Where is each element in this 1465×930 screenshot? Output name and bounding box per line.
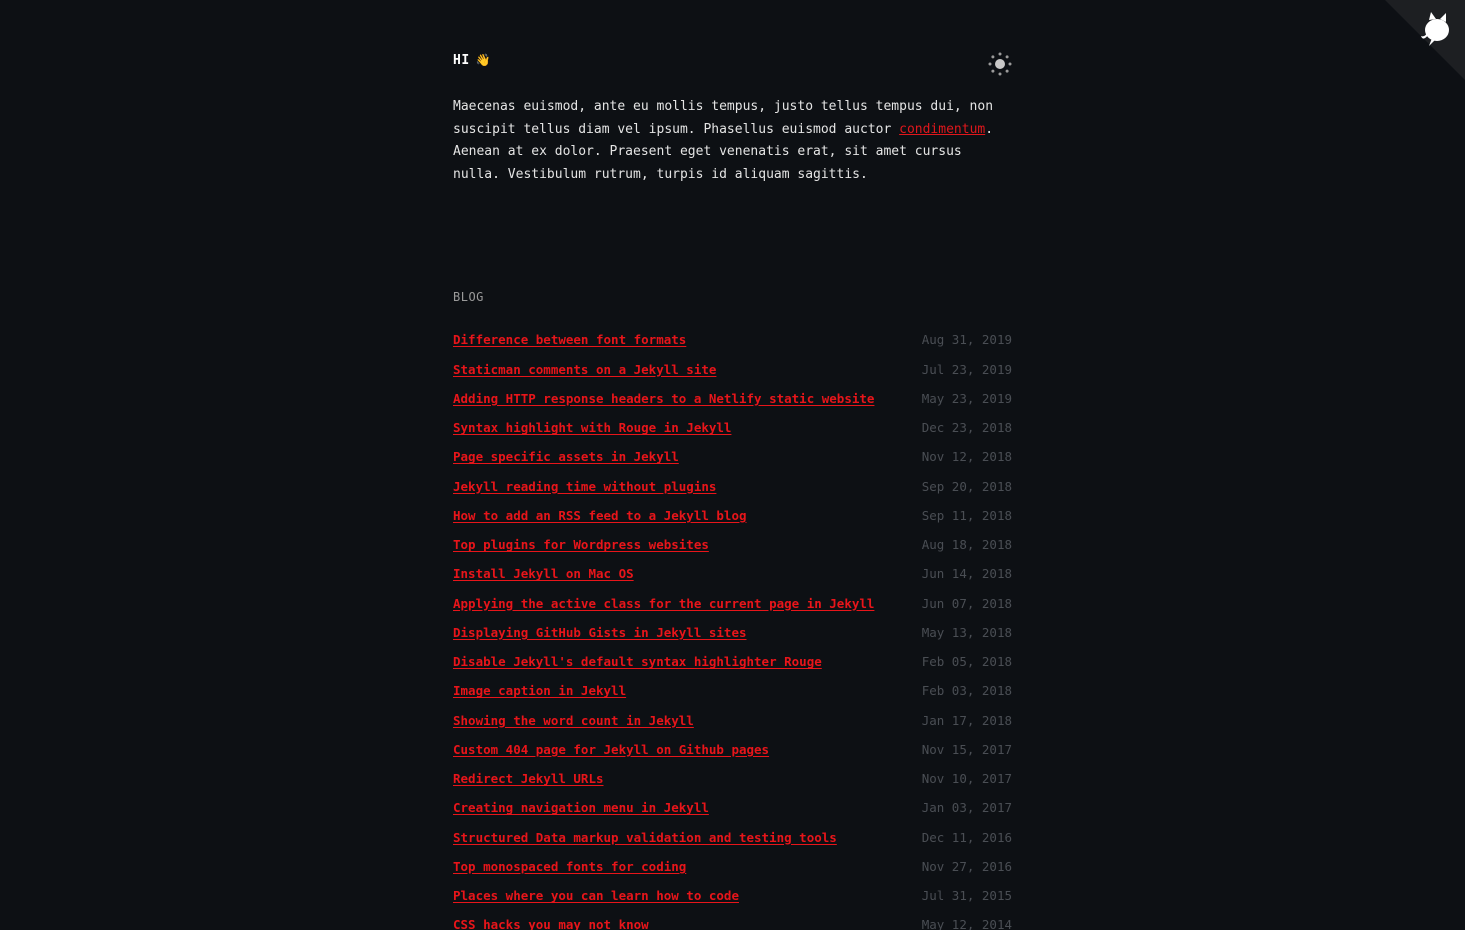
post-item: CSS hacks you may not know May 12, 2014 [453, 917, 1012, 930]
greeting-heading: HI 👋 [453, 53, 491, 68]
post-date: Aug 31, 2019 [921, 332, 1012, 348]
post-item: Staticman comments on a Jekyll site Jul 2… [453, 362, 1012, 391]
post-item: Install Jekyll on Mac OS Jun 14, 2018 [453, 566, 1012, 595]
post-date: Sep 20, 2018 [921, 478, 1012, 494]
post-link[interactable]: Staticman comments on a Jekyll site [453, 362, 716, 377]
post-item: Places where you can learn how to code Ju… [453, 888, 1012, 917]
post-item: Adding HTTP response headers to a Netlif… [453, 391, 1012, 420]
post-item: Showing the word count in Jekyll Jan 17, … [453, 713, 1012, 742]
post-date: Nov 15, 2017 [921, 741, 1012, 757]
post-link[interactable]: Structured Data markup validation and te… [453, 830, 837, 845]
post-date: Dec 11, 2016 [921, 829, 1012, 845]
post-link[interactable]: Image caption in Jekyll [453, 683, 626, 698]
post-date: Jan 17, 2018 [921, 712, 1012, 728]
post-item: Difference between font formats Aug 31, 2… [453, 332, 1012, 361]
greeting-text: HI [453, 53, 470, 68]
post-link[interactable]: Jekyll reading time without plugins [453, 479, 716, 494]
wave-emoji: 👋 [475, 53, 492, 67]
post-date: Nov 10, 2017 [921, 771, 1012, 787]
post-date: May 13, 2018 [921, 624, 1012, 640]
post-date: Aug 18, 2018 [921, 537, 1012, 553]
post-item: Disable Jekyll's default syntax highligh… [453, 654, 1012, 683]
sun-icon [988, 52, 1012, 76]
post-date: Jan 03, 2017 [921, 800, 1012, 816]
post-item: Custom 404 page for Jekyll on Github pag… [453, 742, 1012, 771]
post-link[interactable]: Difference between font formats [453, 332, 686, 347]
post-date: Nov 12, 2018 [921, 449, 1012, 465]
post-date: Jul 23, 2019 [921, 361, 1012, 377]
post-item: Jekyll reading time without plugins Sep 2… [453, 479, 1012, 508]
post-date: Sep 11, 2018 [921, 507, 1012, 523]
post-date: Jul 31, 2015 [921, 888, 1012, 904]
header: HI 👋 [453, 0, 1012, 96]
post-item: Page specific assets in Jekyll Nov 12, 20… [453, 449, 1012, 478]
post-link[interactable]: Top plugins for Wordpress websites [453, 537, 709, 552]
post-link[interactable]: Creating navigation menu in Jekyll [453, 800, 709, 815]
post-item: Image caption in Jekyll Feb 03, 2018 [453, 683, 1012, 712]
post-link[interactable]: Redirect Jekyll URLs [453, 771, 604, 786]
post-link[interactable]: Places where you can learn how to code [453, 888, 739, 903]
post-link[interactable]: Syntax highlight with Rouge in Jekyll [453, 420, 731, 435]
post-link[interactable]: Install Jekyll on Mac OS [453, 566, 634, 581]
post-date: Nov 27, 2016 [921, 858, 1012, 874]
github-corner-link[interactable] [1385, 0, 1465, 80]
post-date: Dec 23, 2018 [921, 420, 1012, 436]
post-item: Top plugins for Wordpress websites Aug 18… [453, 537, 1012, 566]
post-item: Applying the active class for the curren… [453, 596, 1012, 625]
post-item: Redirect Jekyll URLs Nov 10, 2017 [453, 771, 1012, 800]
post-date: Jun 14, 2018 [921, 566, 1012, 582]
post-link[interactable]: Disable Jekyll's default syntax highligh… [453, 654, 822, 669]
blog-heading: BLOG [453, 290, 484, 305]
intro-paragraph: Maecenas euismod, ante eu mollis tempus,… [453, 96, 998, 186]
post-link[interactable]: Showing the word count in Jekyll [453, 713, 694, 728]
main-container: HI 👋 Maecenas euismod, ante eu mollis tem… [453, 0, 1012, 930]
post-item: Syntax highlight with Rouge in Jekyll Dec… [453, 420, 1012, 449]
post-link[interactable]: Custom 404 page for Jekyll on Github pag… [453, 742, 769, 757]
post-date: Jun 07, 2018 [921, 595, 1012, 611]
post-item: Structured Data markup validation and te… [453, 830, 1012, 859]
post-link[interactable]: Applying the active class for the curren… [453, 596, 874, 611]
post-link[interactable]: How to add an RSS feed to a Jekyll blog [453, 508, 747, 523]
post-link[interactable]: Displaying GitHub Gists in Jekyll sites [453, 625, 747, 640]
post-item: How to add an RSS feed to a Jekyll blog S… [453, 508, 1012, 537]
post-date: May 23, 2019 [921, 390, 1012, 406]
post-date: Feb 05, 2018 [921, 654, 1012, 670]
post-link[interactable]: Adding HTTP response headers to a Netlif… [453, 391, 874, 406]
post-item: Displaying GitHub Gists in Jekyll sites M… [453, 625, 1012, 654]
post-link[interactable]: Page specific assets in Jekyll [453, 449, 679, 464]
post-date: May 12, 2014 [921, 917, 1012, 930]
octocat-icon [1385, 0, 1465, 80]
post-date: Feb 03, 2018 [921, 683, 1012, 699]
intro-link[interactable]: condimentum [899, 122, 985, 137]
post-link[interactable]: Top monospaced fonts for coding [453, 859, 686, 874]
post-item: Creating navigation menu in Jekyll Jan 03… [453, 800, 1012, 829]
post-link[interactable]: CSS hacks you may not know [453, 917, 649, 930]
theme-toggle-button[interactable] [987, 51, 1013, 77]
post-list: Difference between font formats Aug 31, 2… [453, 332, 1012, 930]
post-item: Top monospaced fonts for coding Nov 27, 2… [453, 859, 1012, 888]
